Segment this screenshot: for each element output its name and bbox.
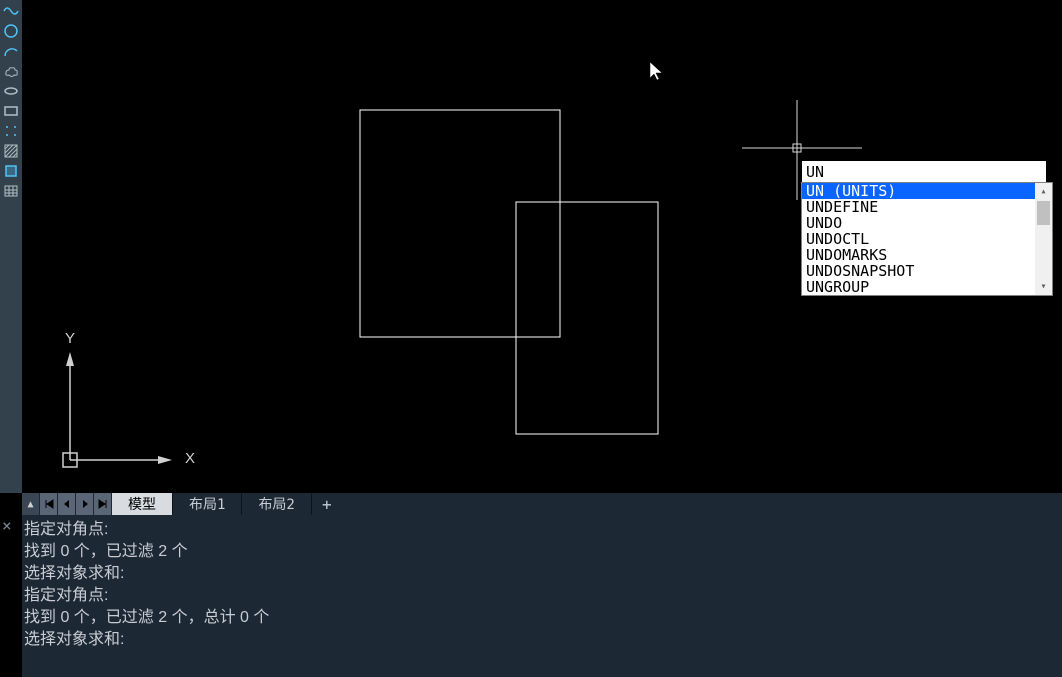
tool-sidebar: [0, 0, 22, 493]
boundary-icon[interactable]: [2, 162, 20, 180]
command-input-box: [801, 160, 1047, 184]
revision-cloud-icon[interactable]: [2, 62, 20, 80]
tab-menu-btn[interactable]: ▲: [22, 493, 40, 515]
scroll-down-icon[interactable]: ▾: [1035, 278, 1052, 295]
autocomplete-list: UN (UNITS) UNDEFINE UNDO UNDOCTL UNDOMAR…: [802, 183, 1035, 295]
commandline-panel[interactable]: 指定对角点: 找到 0 个，已过滤 2 个 选择对象求和: 指定对角点: 找到 …: [22, 515, 1062, 677]
arc-icon[interactable]: [2, 42, 20, 60]
commandline-line: 找到 0 个，已过滤 2 个: [22, 541, 1062, 563]
autocomplete-scrollbar[interactable]: ▴ ▾: [1035, 183, 1052, 295]
tab-next-btn[interactable]: [76, 493, 94, 515]
commandline-line: 选择对象求和:: [22, 629, 1062, 651]
commandline-line: 指定对角点:: [22, 519, 1062, 541]
autocomplete-item[interactable]: UNGROUP: [802, 279, 1035, 295]
autocomplete-item[interactable]: UNDOMARKS: [802, 247, 1035, 263]
ellipse-icon[interactable]: [2, 82, 20, 100]
rectangle-icon[interactable]: [2, 102, 20, 120]
layout-tabs-bar: ▲ 模型 布局1 布局2 +: [22, 493, 1062, 515]
commandline-line: 指定对角点:: [22, 585, 1062, 607]
tab-layout1[interactable]: 布局1: [173, 493, 242, 515]
commandline-close-icon[interactable]: ×: [2, 516, 12, 535]
circle-icon[interactable]: [2, 22, 20, 40]
commandline-line: 选择对象求和:: [22, 563, 1062, 585]
autocomplete-item[interactable]: UNDOSNAPSHOT: [802, 263, 1035, 279]
scroll-thumb[interactable]: [1037, 201, 1050, 225]
autocomplete-item[interactable]: UNDEFINE: [802, 199, 1035, 215]
tab-prev-btn[interactable]: [58, 493, 76, 515]
commandline-line: 找到 0 个，已过滤 2 个，总计 0 个: [22, 607, 1062, 629]
autocomplete-item[interactable]: UNDO: [802, 215, 1035, 231]
command-input[interactable]: [802, 161, 892, 183]
autocomplete-dropdown: UN (UNITS) UNDEFINE UNDO UNDOCTL UNDOMAR…: [801, 182, 1053, 296]
spline-icon[interactable]: [2, 2, 20, 20]
tab-model[interactable]: 模型: [112, 493, 173, 515]
rect-2[interactable]: [516, 202, 658, 434]
ucs-x-label: X: [185, 450, 195, 467]
tab-layout2[interactable]: 布局2: [242, 493, 311, 515]
rect-1[interactable]: [360, 110, 560, 337]
ucs-indicator: Y X: [57, 332, 187, 481]
table-icon[interactable]: [2, 182, 20, 200]
tab-first-btn[interactable]: [40, 493, 58, 515]
points-icon[interactable]: [2, 122, 20, 140]
hatch-icon[interactable]: [2, 142, 20, 160]
tab-add-btn[interactable]: +: [312, 493, 342, 515]
ucs-y-label: Y: [65, 330, 75, 347]
scroll-up-icon[interactable]: ▴: [1035, 183, 1052, 200]
autocomplete-item[interactable]: UNDOCTL: [802, 231, 1035, 247]
autocomplete-item[interactable]: UN (UNITS): [802, 183, 1035, 199]
tab-last-btn[interactable]: [94, 493, 112, 515]
